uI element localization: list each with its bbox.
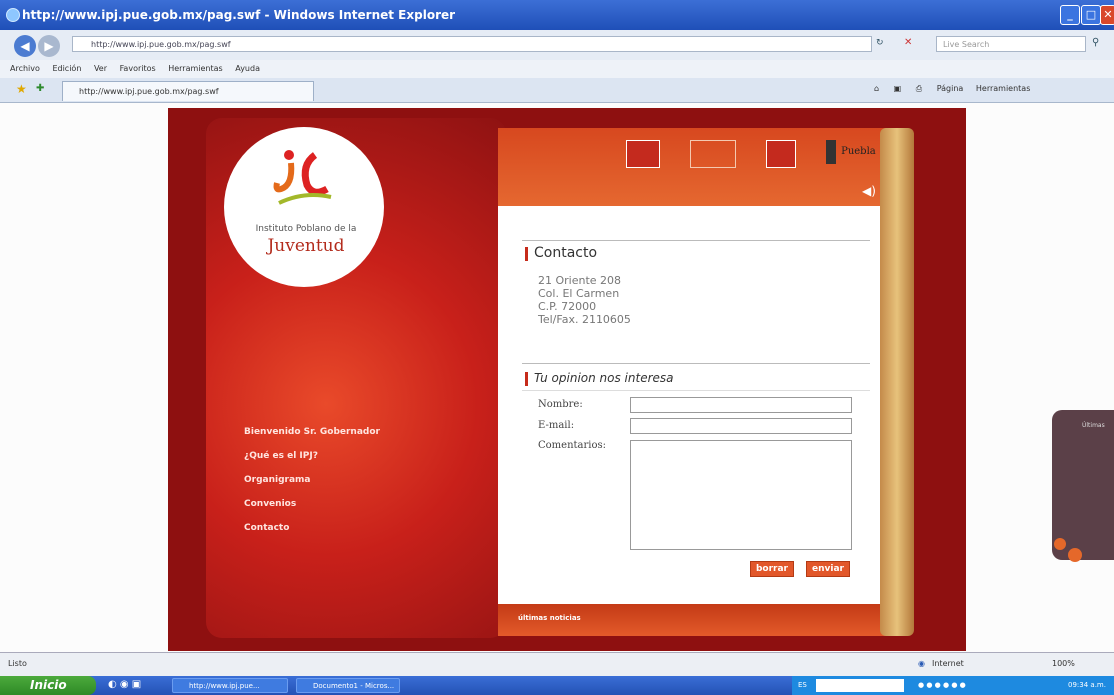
form-heading: Tu opinion nos interesa — [534, 371, 674, 385]
news-side-tab[interactable]: Últimas — [1052, 410, 1114, 562]
print-icon[interactable]: ⎙ — [916, 84, 922, 93]
divider-form — [522, 363, 870, 364]
divider-top — [522, 240, 870, 241]
tray-search-box[interactable] — [816, 679, 904, 692]
close-button[interactable]: ✕ — [1100, 5, 1114, 25]
stop-icon[interactable]: ✕ — [904, 37, 912, 48]
nav-convenios[interactable]: Convenios — [244, 499, 296, 509]
address-line: Tel/Fax. 2110605 — [538, 313, 631, 326]
contact-marker — [525, 247, 528, 261]
ipj-logo-icon — [273, 150, 332, 205]
puebla-logo: Puebla — [826, 140, 880, 166]
menu-favoritos[interactable]: Favoritos — [120, 60, 156, 78]
search-icon[interactable]: ⚲ — [1092, 37, 1099, 48]
search-input[interactable]: Live Search — [936, 36, 1086, 52]
tray-icons[interactable]: ● ● ● ● ● ● — [918, 676, 966, 695]
clock: 09:34 a.m. — [1068, 681, 1106, 689]
email-label: E-mail: — [538, 420, 575, 431]
favorites-star-icon[interactable]: ★ — [16, 82, 27, 96]
ie-icon — [6, 8, 20, 22]
contact-heading: Contacto — [534, 245, 598, 261]
news-footer: últimas noticias — [498, 604, 894, 636]
orange-dot-icon — [1054, 538, 1066, 550]
logo-text-juventud: Juventud — [267, 236, 345, 256]
menu-archivo[interactable]: Archivo — [10, 60, 40, 78]
refresh-icon[interactable]: ↻ — [876, 38, 884, 48]
status-text: Listo — [8, 659, 27, 668]
zoom-level[interactable]: 100% — [1052, 659, 1075, 668]
tools-menu[interactable]: Herramientas — [976, 84, 1031, 93]
form-marker — [525, 372, 528, 386]
zone-text: Internet — [932, 659, 964, 668]
quicklaunch-icon[interactable]: ◐ ◉ ▣ — [108, 679, 141, 690]
send-button[interactable]: enviar — [806, 561, 850, 577]
address-line: C.P. 72000 — [538, 300, 597, 313]
window-title: http://www.ipj.pue.gob.mx/pag.swf - Wind… — [22, 8, 456, 22]
name-label: Nombre: — [538, 399, 583, 410]
system-tray: ES ● ● ● ● ● ● 09:34 a.m. — [792, 676, 1114, 695]
gov-logo-1-icon — [626, 140, 660, 168]
feeds-icon[interactable]: ▣ — [894, 84, 902, 93]
name-field[interactable] — [630, 397, 852, 413]
page-menu[interactable]: Página — [937, 84, 964, 93]
gov-logo-3-icon — [766, 140, 796, 168]
browser-tab[interactable]: http://www.ipj.pue.gob.mx/pag.swf — [62, 81, 314, 101]
gov-logo-2-icon — [690, 140, 736, 168]
logo-text-institute: Instituto Poblano de la — [255, 224, 357, 234]
status-bar: Listo ◉ Internet 100% — [0, 652, 1114, 677]
task-ie[interactable]: http://www.ipj.pue... — [172, 678, 288, 693]
menu-bar: Archivo Edición Ver Favoritos Herramient… — [0, 60, 1114, 78]
start-button[interactable]: Inicio — [0, 676, 96, 695]
nav-organigrama[interactable]: Organigrama — [244, 475, 311, 485]
language-indicator[interactable]: ES — [798, 676, 807, 695]
add-favorite-icon[interactable]: ✚ — [36, 83, 44, 94]
menu-herramientas[interactable]: Herramientas — [168, 60, 223, 78]
home-icon[interactable]: ⌂ — [874, 84, 879, 93]
nav-contacto[interactable]: Contacto — [244, 523, 289, 533]
nav-que-es-ipj[interactable]: ¿Qué es el IPJ? — [244, 451, 318, 461]
address-line: Col. El Carmen — [538, 287, 620, 300]
minimize-button[interactable]: _ — [1060, 5, 1080, 25]
sound-icon[interactable]: ◀) — [862, 184, 876, 198]
email-field[interactable] — [630, 418, 852, 434]
back-button[interactable]: ◀ — [14, 35, 36, 57]
comments-label: Comentarios: — [538, 440, 606, 451]
address-bar[interactable]: http://www.ipj.pue.gob.mx/pag.swf — [72, 36, 872, 52]
clear-button[interactable]: borrar — [750, 561, 794, 577]
nav-bienvenido[interactable]: Bienvenido Sr. Gobernador — [244, 427, 380, 437]
divider-form-2 — [522, 390, 870, 391]
menu-ayuda[interactable]: Ayuda — [235, 60, 260, 78]
forward-button[interactable]: ▶ — [38, 35, 60, 57]
side-tab-label: Últimas — [1082, 422, 1105, 429]
menu-ver[interactable]: Ver — [94, 60, 107, 78]
command-bar: ⌂ ▣ ⎙ Página Herramientas — [874, 84, 1030, 94]
globe-icon: ◉ — [918, 659, 925, 668]
orange-dot-icon — [1068, 548, 1082, 562]
address-line: 21 Oriente 208 — [538, 274, 622, 287]
news-label[interactable]: últimas noticias — [518, 614, 581, 622]
tab-row: ★ ✚ http://www.ipj.pue.gob.mx/pag.swf ⌂ … — [0, 78, 1114, 103]
address-row: ◀ ▶ http://www.ipj.pue.gob.mx/pag.swf ↻ … — [0, 30, 1114, 60]
windows-taskbar: Inicio ◐ ◉ ▣ http://www.ipj.pue... Docum… — [0, 676, 1114, 695]
comments-textarea[interactable] — [630, 440, 852, 550]
decor-scroll-bar — [880, 128, 914, 636]
menu-edicion[interactable]: Edición — [52, 60, 81, 78]
window-title-bar: http://www.ipj.pue.gob.mx/pag.swf - Wind… — [0, 0, 1114, 30]
task-word[interactable]: Documento1 - Micros... — [296, 678, 400, 693]
maximize-button[interactable]: □ — [1081, 5, 1101, 25]
